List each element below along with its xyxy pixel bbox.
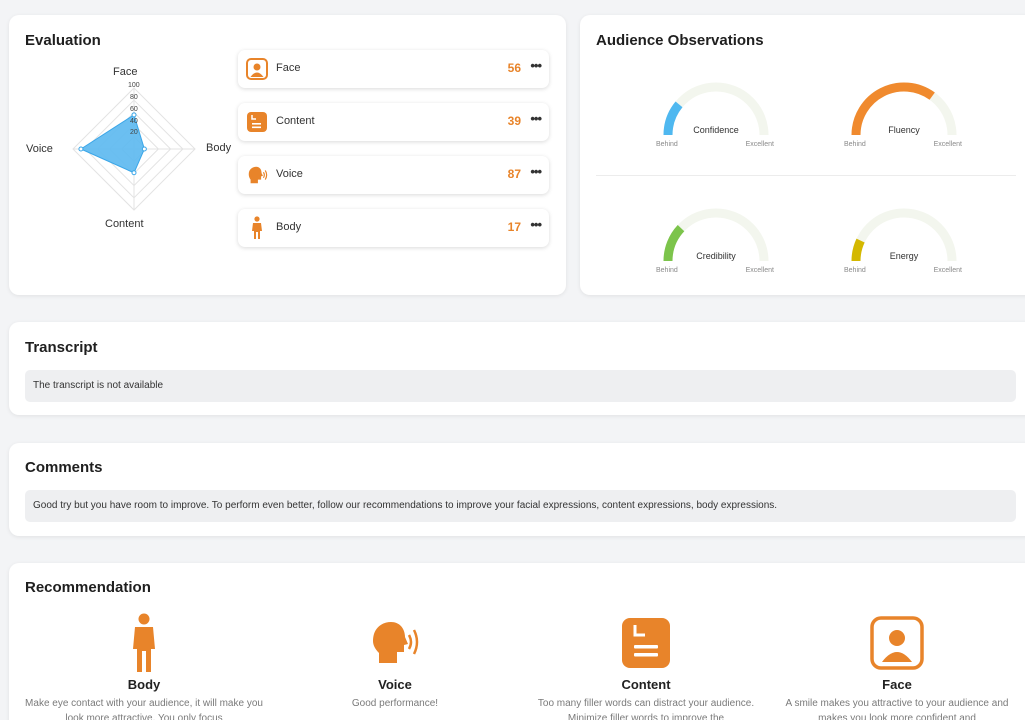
gauge-label: Credibility [696,251,736,261]
body-icon [246,216,268,240]
gauge-fluency: Fluency Behind Excellent [834,73,974,153]
metric-label: Voice [276,168,303,180]
gauge-confidence: Confidence Behind Excellent [646,73,786,153]
radar-data-point [78,146,84,152]
recommendation-name: Face [882,677,912,692]
more-options-icon[interactable]: ••• [530,217,542,232]
gauge-behind-label: Behind [844,267,866,274]
voice-icon [246,163,268,187]
recommendation-card: Recommendation Body Make eye contact wit… [9,563,1025,720]
metric-score: 87 [507,167,521,181]
radar-data-point [131,170,137,176]
audience-observations-card: Audience Observations Confidence Behind … [580,15,1025,295]
radar-tick: 100 [128,82,140,89]
transcript-title: Transcript [25,339,98,356]
recommendation-title: Recommendation [25,579,151,596]
body-icon [19,613,269,673]
metric-label: Face [276,62,301,74]
face-icon [772,613,1022,673]
metric-voice[interactable]: Voice 87 ••• [238,156,549,194]
recommendation-name: Body [127,677,161,692]
divider [596,175,1016,176]
face-icon [246,57,268,81]
radar-axis-face: Face [113,66,138,78]
gauge-behind-label: Behind [656,267,678,274]
recommendation-name: Voice [378,677,412,692]
gauge-label: Fluency [888,125,920,135]
radar-data-point [131,112,137,118]
content-icon [246,110,268,134]
gauge-excellent-label: Excellent [933,141,962,148]
evaluation-title: Evaluation [25,32,101,49]
more-options-icon[interactable]: ••• [530,111,542,126]
gauge-label: Energy [889,251,919,261]
transcript-card: Transcript The transcript is not availab… [9,322,1025,415]
comments-title: Comments [25,459,103,476]
radar-data-point [141,146,147,152]
metric-content[interactable]: Content 39 ••• [238,103,549,141]
metric-face[interactable]: Face 56 ••• [238,50,549,88]
evaluation-card: Evaluation Face Body Content Voice 100 8… [9,15,566,295]
gauge-behind-label: Behind [844,141,866,148]
radar-tick: 40 [130,118,138,125]
recommendation-text: Make eye contact with your audience, it … [25,698,263,720]
voice-icon [270,613,520,673]
radar-tick: 60 [130,106,138,113]
recommendation-name: Content [621,677,671,692]
gauge-excellent-label: Excellent [745,267,774,274]
metric-score: 39 [507,114,521,128]
gauge-excellent-label: Excellent [933,267,962,274]
radar-axis-content: Content [105,218,144,230]
radar-axis-body: Body [206,142,232,154]
content-icon [521,613,771,673]
gauge-label: Confidence [693,125,739,135]
more-options-icon[interactable]: ••• [530,58,542,73]
gauge-excellent-label: Excellent [745,141,774,148]
recommendation-text: Too many filler words can distract your … [537,698,755,720]
transcript-text: The transcript is not available [25,370,1016,402]
metric-body[interactable]: Body 17 ••• [238,209,549,247]
radar-axis-voice: Voice [26,143,53,155]
metric-score: 17 [507,220,521,234]
radar-tick: 20 [130,129,138,136]
comments-card: Comments Good try but you have room to i… [9,443,1025,536]
radar-tick: 80 [130,94,138,101]
recommendation-body: Body Make eye contact with your audience… [19,613,269,720]
radar-chart: Face Body Content Voice 100 80 60 40 20 [19,65,239,255]
recommendation-face: Face A smile makes you attractive to you… [772,613,1022,720]
gauge-energy: Energy Behind Excellent [834,199,974,279]
metric-score: 56 [507,61,521,75]
recommendation-text: A smile makes you attractive to your aud… [785,698,1009,720]
audience-title: Audience Observations [596,32,764,49]
metric-label: Content [276,115,315,127]
metric-label: Body [276,221,302,233]
recommendation-content: Content Too many filler words can distra… [521,613,771,720]
gauge-behind-label: Behind [656,141,678,148]
more-options-icon[interactable]: ••• [530,164,542,179]
gauge-credibility: Credibility Behind Excellent [646,199,786,279]
comments-text: Good try but you have room to improve. T… [25,490,1016,522]
recommendation-voice: Voice Good performance! [270,613,520,711]
recommendation-text: Good performance! [351,698,439,709]
